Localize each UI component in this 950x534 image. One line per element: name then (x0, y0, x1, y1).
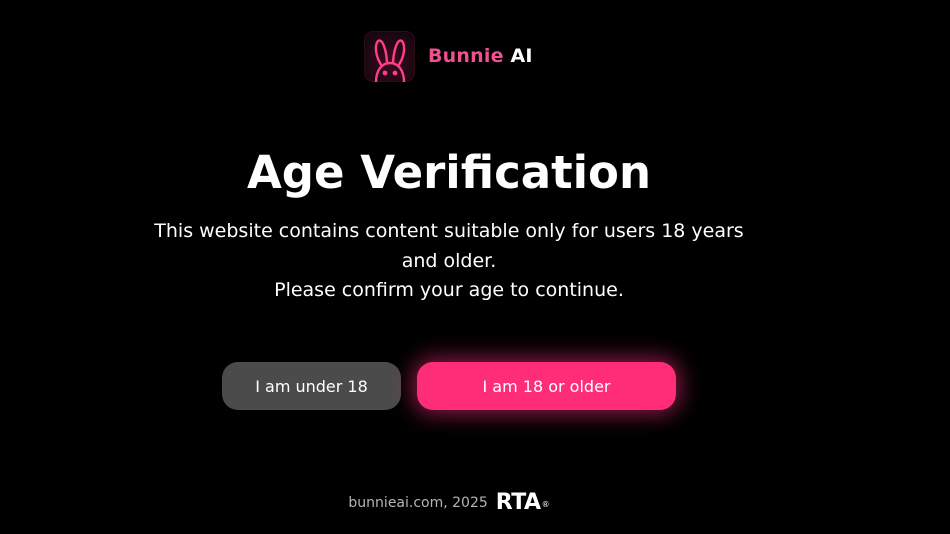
brand-name: Bunnie AI (428, 45, 533, 67)
brand-name-primary: Bunnie (428, 45, 504, 67)
over-18-button[interactable]: I am 18 or older (417, 362, 676, 410)
brand-header: Bunnie AI (364, 30, 533, 82)
registered-mark: ® (541, 500, 550, 509)
rta-logo: RTA ® (496, 490, 550, 516)
under-18-button[interactable]: I am under 18 (222, 362, 401, 410)
age-warning-text: This website contains content suitable o… (125, 217, 773, 306)
page-title: Age Verification (246, 146, 651, 199)
description-line-2: and older. (401, 249, 497, 272)
brand-name-secondary: AI (510, 45, 533, 67)
description-line-1: This website contains content suitable o… (154, 220, 744, 242)
footer-copyright: bunnieai.com, 2025 (348, 495, 488, 511)
bunny-neon-icon (364, 30, 415, 82)
rta-label: RTA (495, 490, 541, 515)
footer: bunnieai.com, 2025 RTA ® (0, 488, 898, 518)
description-line-3: Please confirm your age to continue. (274, 279, 624, 301)
